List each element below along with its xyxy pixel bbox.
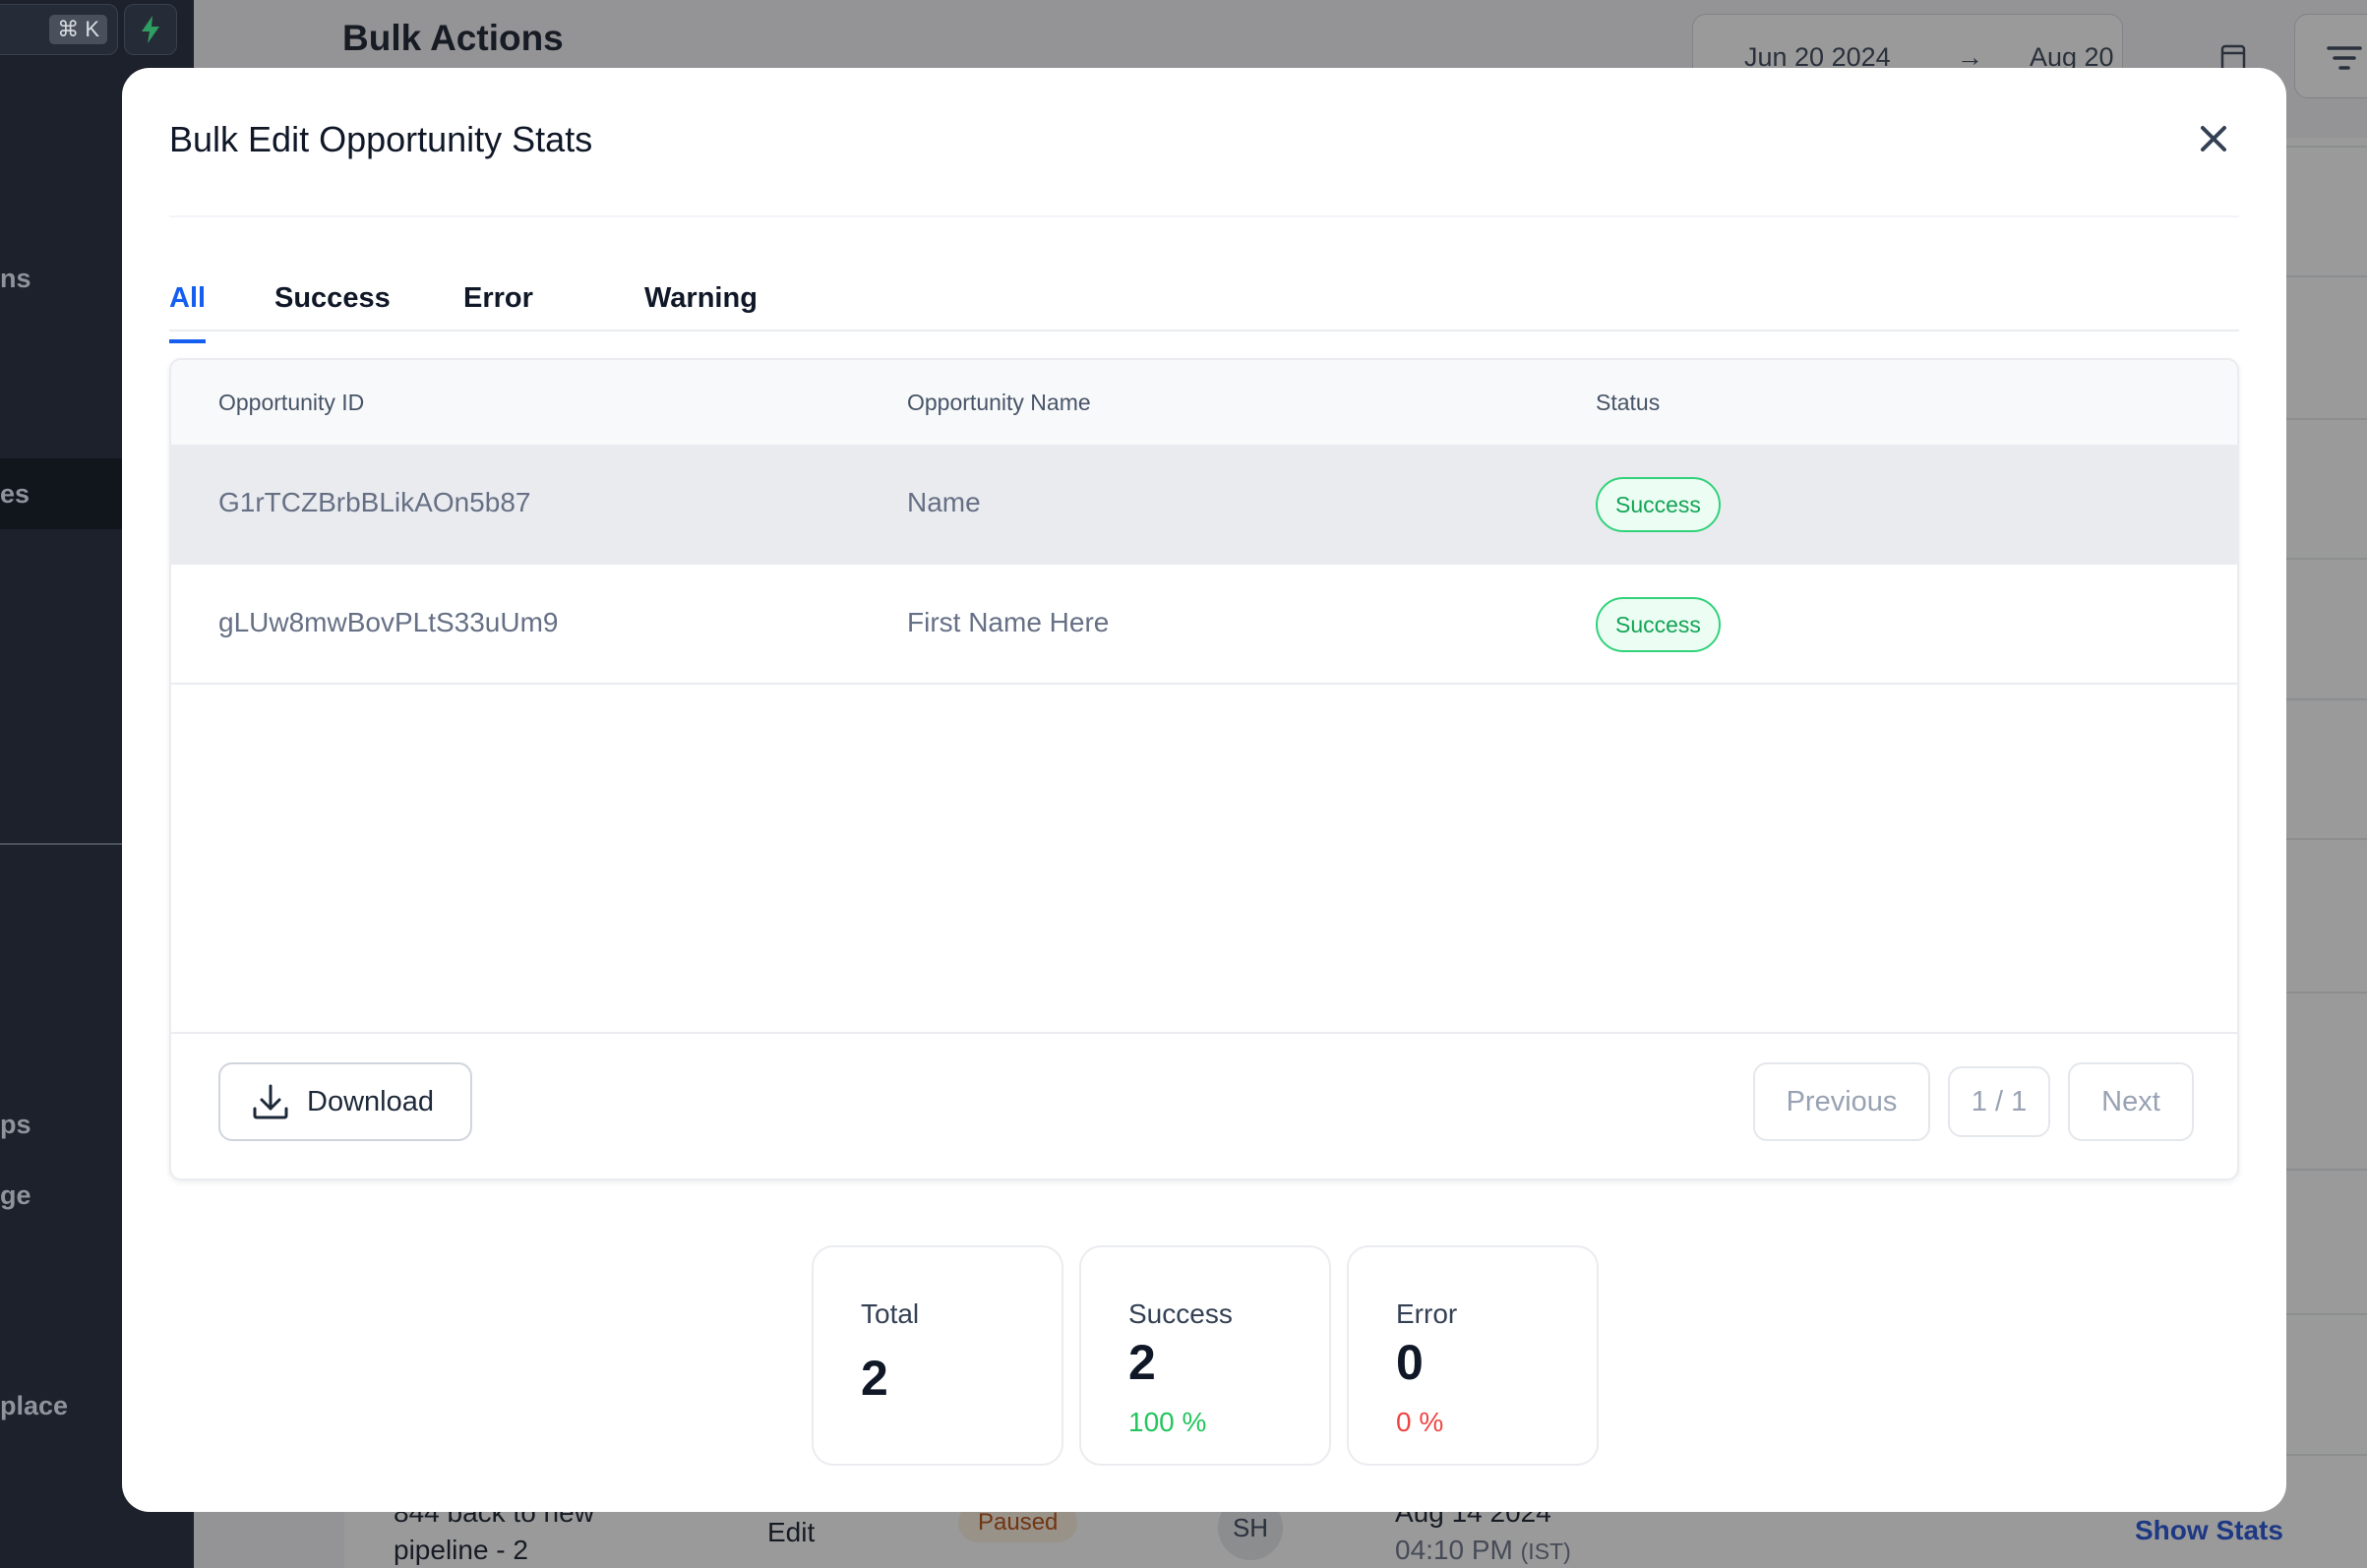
column-header-opportunity-name: Opportunity Name [907,390,1091,415]
lightning-icon [142,16,159,43]
tab-error[interactable]: Error [463,282,533,341]
status-tabs: All Success Error Warning [169,272,2239,343]
bulk-edit-stats-modal: Bulk Edit Opportunity Stats All Success … [122,68,2286,1512]
column-header-status: Status [1596,390,1661,415]
opportunity-name: Name [907,487,981,517]
modal-title: Bulk Edit Opportunity Stats [169,119,593,159]
tab-all[interactable]: All [169,282,207,343]
sidebar-item[interactable]: ge [0,1180,31,1211]
opportunity-id: gLUw8mwBovPLtS33uUm9 [218,607,559,637]
close-icon [2201,126,2226,151]
table-footer: Download Previous 1 / 1 Next [171,1032,2237,1178]
title-divider [169,215,2239,217]
opportunity-name: First Name Here [907,607,1110,637]
quick-actions-button[interactable] [124,4,177,55]
sidebar-search-button[interactable]: ⌘ K [0,4,118,55]
download-label: Download [307,1085,434,1117]
tab-warning[interactable]: Warning [644,282,758,341]
stat-percent: 100 % [1128,1407,1207,1437]
tab-success[interactable]: Success [274,282,391,341]
stat-value: 2 [861,1351,888,1406]
stat-value: 0 [1396,1335,1424,1390]
download-icon [253,1084,288,1119]
stat-label: Error [1396,1298,1458,1329]
column-header-opportunity-id: Opportunity ID [218,390,365,415]
opportunity-id: G1rTCZBrbBLikAOn5b87 [218,487,531,517]
download-button[interactable]: Download [218,1062,472,1141]
results-table: Opportunity ID Opportunity Name Status G… [169,358,2239,1180]
stat-card-error: Error 0 0 % [1347,1245,1599,1466]
page-indicator: 1 / 1 [1948,1066,2050,1137]
stat-label: Success [1128,1298,1233,1329]
keyboard-shortcut-hint: ⌘ K [49,15,107,44]
stat-label: Total [861,1298,920,1329]
status-badge: Success [1596,597,1721,652]
stat-card-total: Total 2 [812,1245,1063,1466]
previous-page-button[interactable]: Previous [1753,1062,1930,1141]
stat-value: 2 [1128,1335,1156,1390]
close-button[interactable] [2192,117,2235,160]
status-badge: Success [1596,477,1721,532]
sidebar-item[interactable]: place [0,1391,68,1421]
table-row[interactable]: G1rTCZBrbBLikAOn5b87 Name Success [171,445,2237,565]
sidebar-item[interactable]: ns [0,264,31,294]
stat-percent: 0 % [1396,1407,1444,1437]
table-header: Opportunity ID Opportunity Name Status [171,360,2237,445]
table-row[interactable]: gLUw8mwBovPLtS33uUm9 First Name Here Suc… [171,565,2237,685]
sidebar-item[interactable]: ps [0,1110,31,1140]
stat-card-success: Success 2 100 % [1079,1245,1331,1466]
next-page-button[interactable]: Next [2068,1062,2194,1141]
